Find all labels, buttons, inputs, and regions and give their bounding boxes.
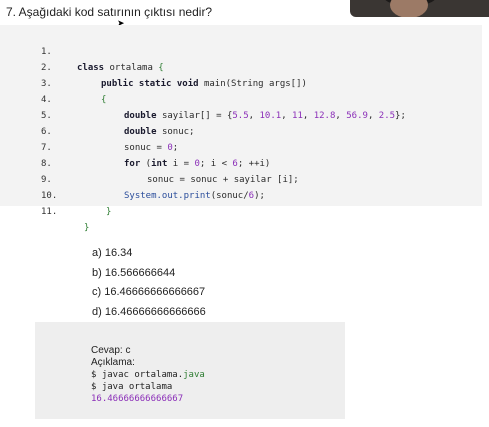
answer-label: Cevap: c [91,345,131,356]
answer-option-c: c) 16.46666666666667 [92,286,206,298]
code-line: 3. { [0,60,482,105]
code-line: 7. for (int i = 0; i < 6; ++i) [0,124,482,169]
code-line: 6. sonuc = 0; [0,108,482,153]
code-line: 11. } [0,188,482,233]
answer-options: a) 16.34 b) 16.566666644 c) 16.466666666… [92,244,206,322]
code-line: 10. } [0,172,482,217]
terminal-command: $ javac ortalama.java [91,370,205,380]
code-line: 2. public static void main(String args[]… [0,44,482,89]
code-line: 5. double sonuc; [0,92,482,137]
code-line: 4. double sayilar[] = {5.5, 10.1, 11, 12… [0,76,482,121]
answer-option-a: a) 16.34 [92,247,133,259]
line-number: 11. [41,207,58,217]
brace: } [106,207,112,217]
answer-option-b: b) 16.566666644 [92,266,176,279]
code-line: 9. System.out.print(sonuc/6); [0,156,482,201]
webcam-overlay [350,0,489,17]
terminal-output: 16.46666666666667 [91,394,184,404]
question-title: 7. Aşağıdaki kod satırının çıktısı nedir… [6,5,213,19]
file-extension: java [183,370,205,380]
code-line: 8. sonuc = sonuc + sayilar [i]; [0,140,482,185]
command-text: $ javac ortalama. [91,370,184,380]
explanation-panel: Cevap: c Açıklama: $ javac ortalama.java… [35,322,345,419]
explanation-label: Açıklama: [91,357,135,368]
code-panel: 1. class ortalama { 2. public static voi… [0,25,482,233]
brace: } [84,223,90,233]
answer-option-d: d) 16.46666666666666 [92,305,206,318]
terminal-command: $ java ortalama [91,382,173,392]
code-line: 1. class ortalama { [0,28,482,73]
presenter-face [390,0,428,17]
